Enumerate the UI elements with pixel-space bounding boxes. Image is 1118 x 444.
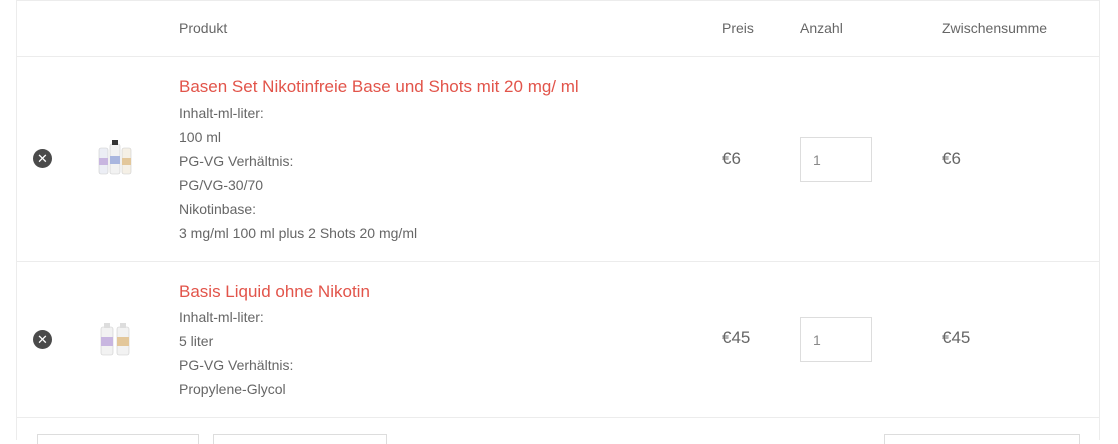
item-subtotal: €45 xyxy=(942,328,971,347)
item-price: €6 xyxy=(722,149,741,168)
attribute-label: Inhalt-ml-liter: xyxy=(179,309,264,325)
product-attributes: Inhalt-ml-liter: 5 liter PG-VG Verhältni… xyxy=(179,305,293,401)
attribute-value: Propylene-Glycol xyxy=(179,381,286,397)
product-name-link[interactable]: Basen Set Nikotinfreie Base und Shots mi… xyxy=(179,77,579,97)
item-subtotal: €6 xyxy=(942,149,961,168)
column-header-quantity: Anzahl xyxy=(800,20,843,36)
attribute-label: Inhalt-ml-liter: xyxy=(179,105,264,121)
product-attributes: Inhalt-ml-liter: 100 ml PG-VG Verhältnis… xyxy=(179,101,417,245)
attribute-label: PG-VG Verhältnis: xyxy=(179,153,294,169)
coupon-input[interactable] xyxy=(37,434,199,444)
cart-table-header: Produkt Preis Anzahl Zwischensumme xyxy=(17,0,1099,57)
cart-row: ✕ Basen Set Nikotinfreie Base und Shots … xyxy=(17,57,1099,262)
product-thumbnail[interactable] xyxy=(97,319,133,359)
attribute-value: 5 liter xyxy=(179,333,214,349)
cart-table: Produkt Preis Anzahl Zwischensumme ✕ Bas… xyxy=(16,0,1100,444)
attribute-value: PG/VG-30/70 xyxy=(179,177,264,193)
attribute-value: 100 ml xyxy=(179,129,222,145)
column-header-product: Produkt xyxy=(179,20,228,36)
attribute-label: Nikotinbase: xyxy=(179,201,257,217)
remove-item-icon[interactable]: ✕ xyxy=(33,330,52,349)
quantity-input[interactable] xyxy=(800,137,872,182)
attribute-value: 3 mg/ml 100 ml plus 2 Shots 20 mg/ml xyxy=(179,225,418,241)
item-price: €45 xyxy=(722,328,751,347)
quantity-input[interactable] xyxy=(800,317,872,362)
attribute-label: PG-VG Verhältnis: xyxy=(179,357,294,373)
cart-row: ✕ Basis Liquid ohne Nikotin Inhalt-ml-li… xyxy=(17,262,1099,418)
product-name-link[interactable]: Basis Liquid ohne Nikotin xyxy=(179,282,370,302)
update-cart-button[interactable] xyxy=(884,434,1080,444)
apply-coupon-button[interactable] xyxy=(213,434,387,444)
product-thumbnail[interactable] xyxy=(97,138,133,178)
remove-item-icon[interactable]: ✕ xyxy=(33,149,52,168)
column-header-price: Preis xyxy=(722,20,754,36)
column-header-subtotal: Zwischensumme xyxy=(942,20,1048,36)
